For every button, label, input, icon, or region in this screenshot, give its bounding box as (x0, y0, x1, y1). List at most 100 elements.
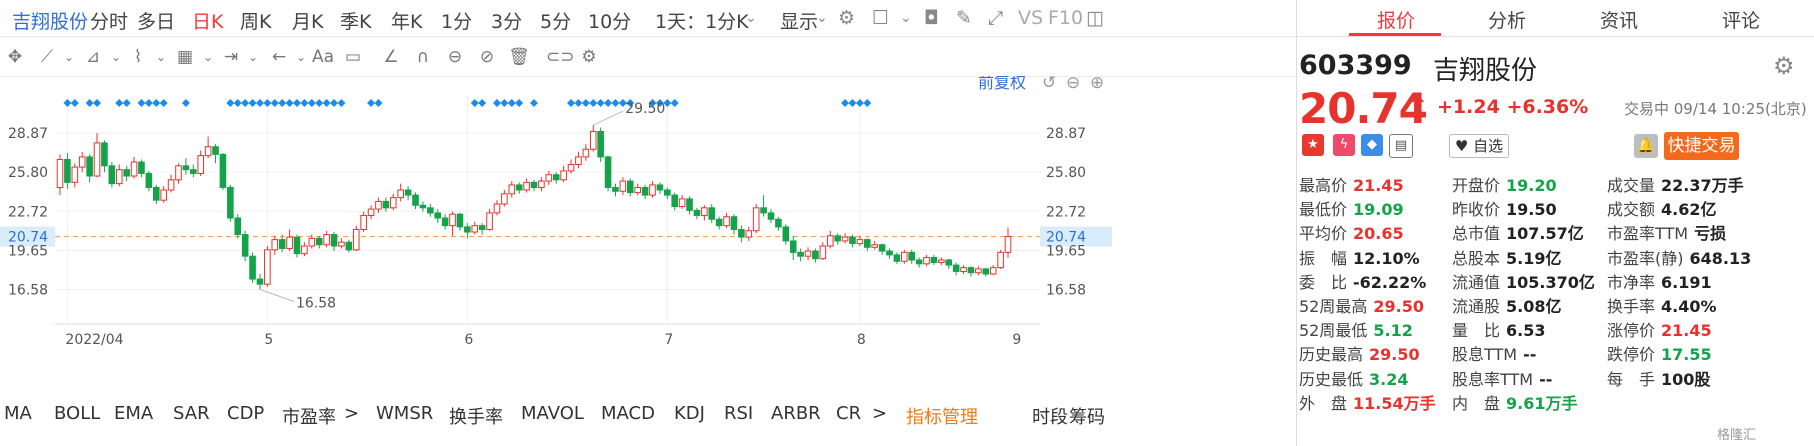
add-watchlist-button[interactable]: ♥ 自选 (1449, 134, 1509, 158)
candle-up (575, 156, 582, 166)
crosshair-icon[interactable]: ✥ (2, 45, 28, 69)
ind-ma[interactable]: MA (4, 403, 32, 424)
tag-icon[interactable]: ◆ (1361, 134, 1383, 156)
ind-kdj[interactable]: KDJ (674, 403, 705, 424)
chart-style-icon[interactable]: ☐ (872, 7, 889, 29)
ind-cr[interactable]: CR (836, 403, 861, 424)
fullscreen-icon[interactable]: ⤢ (988, 7, 1003, 29)
period-10min[interactable]: 10分 (588, 7, 631, 34)
bell-icon[interactable]: 🔔 (1634, 134, 1658, 158)
quote-stat-label: 市盈率TTM (1607, 224, 1689, 244)
undo-icon[interactable]: ↺ (1042, 76, 1056, 93)
ind-more-arrow[interactable]: > (344, 403, 359, 424)
ind-sar[interactable]: SAR (173, 403, 210, 424)
f10-button[interactable]: F10 (1048, 7, 1083, 29)
period-daily-k[interactable]: 日K (192, 7, 223, 34)
y-axis-label-right: 28.87 (1046, 126, 1086, 142)
display-menu[interactable]: 显示 (780, 7, 818, 34)
quote-stat: 开盘价 19.20 (1452, 172, 1557, 196)
period-range-select[interactable]: 1天：1分K (655, 7, 749, 34)
period-3min[interactable]: 3分 (491, 7, 522, 34)
candle-up (360, 214, 367, 230)
candlestick-chart[interactable]: 前复权 ↺ ⊖ ⊕ 28.87 28.87 25.80 25.80 22.72 22.72… (0, 76, 1296, 398)
period-quarter-k[interactable]: 季K (340, 7, 371, 34)
quote-stat-label: 成交量 (1607, 176, 1656, 195)
candle-up (160, 189, 167, 201)
chevron-down-icon[interactable]: ⌄ (816, 10, 828, 26)
period-1min[interactable]: 1分 (441, 7, 472, 34)
trash-icon[interactable]: 🗑 (506, 45, 532, 69)
ind-ema[interactable]: EMA (114, 403, 153, 424)
text-tool-icon[interactable]: Aa (308, 45, 338, 69)
period-weekly-k[interactable]: 周K (240, 7, 271, 34)
stock-name-link[interactable]: 吉翔股份 (12, 7, 88, 34)
signal-marker (330, 99, 339, 107)
chip-distribution-button[interactable]: 筹码 (1069, 403, 1105, 429)
candle-down (345, 241, 353, 251)
quote-stat: 历史最低 3.24 (1299, 366, 1409, 390)
candle-down (597, 130, 604, 158)
ind-turnover[interactable]: 换手率 (449, 403, 503, 429)
ind-wmsr[interactable]: WMSR (376, 403, 433, 424)
ind-pe[interactable]: 市盈率 (282, 403, 336, 429)
tab-analysis[interactable]: 分析 (1488, 6, 1526, 33)
period-monthly-k[interactable]: 月K (292, 7, 323, 34)
candle-down (219, 153, 227, 188)
quote-stat-value: 亏损 (1694, 224, 1727, 244)
candle-up (115, 169, 123, 185)
chevron-down-icon[interactable]: ⌄ (240, 45, 266, 69)
candle-down (952, 264, 960, 272)
ind-more-arrow-2[interactable]: > (872, 403, 887, 424)
sidebar-toggle-icon[interactable]: ◫ (1086, 7, 1104, 29)
quote-stat-label: 总股本 (1452, 248, 1501, 268)
tab-news[interactable]: 资讯 (1600, 6, 1638, 33)
zoom-in-icon[interactable]: ⊕ (1090, 76, 1104, 93)
candle-up (589, 130, 597, 150)
x-axis-label: 6 (464, 332, 473, 348)
candle-down (738, 228, 745, 238)
settings-icon[interactable]: ⚙ (576, 45, 602, 69)
ind-boll[interactable]: BOLL (54, 403, 100, 424)
tab-quote[interactable]: 报价 (1377, 6, 1415, 33)
tab-comments[interactable]: 评论 (1722, 6, 1760, 33)
quick-trade-button[interactable]: 快捷交易 (1664, 132, 1739, 160)
adjust-mode-label[interactable]: 前复权 (978, 76, 1026, 92)
candle-down (278, 239, 286, 250)
candle-up (323, 234, 330, 246)
settings-icon[interactable]: ⚙ (1773, 52, 1795, 80)
vs-compare-button[interactable]: VS (1018, 7, 1043, 29)
axis-labels: 28.87 28.8725.80 25.8022.72 22.7220.74 20.74… (0, 101, 1112, 348)
magnet-icon[interactable]: ∩ (410, 45, 436, 69)
period-year-k[interactable]: 年K (391, 7, 422, 34)
hide-icon[interactable]: ⊘ (474, 45, 500, 69)
candle-up (71, 166, 79, 183)
time-segment-button[interactable]: 时段 (1032, 403, 1068, 429)
document-icon[interactable]: ▤ (1389, 134, 1413, 158)
candle-down (797, 251, 804, 257)
compare-icon[interactable]: ⊂⊃ (546, 45, 575, 69)
chevron-down-icon[interactable]: ⌄ (148, 45, 174, 69)
ind-arbr[interactable]: ARBR (771, 403, 821, 424)
chevron-down-icon[interactable]: ⌄ (900, 10, 912, 26)
eye-icon[interactable]: ⊖ (442, 45, 468, 69)
settings-icon[interactable]: ⚙ (838, 7, 855, 29)
ind-cdp[interactable]: CDP (227, 403, 264, 424)
camera-icon[interactable]: ◘ (924, 7, 939, 29)
zoom-out-icon[interactable]: ⊖ (1066, 76, 1080, 93)
period-5min[interactable]: 5分 (540, 7, 571, 34)
indicator-manage-button[interactable]: 指标管理 (906, 403, 978, 429)
period-multiday[interactable]: 多日 (137, 7, 175, 34)
margin-icon[interactable]: ϟ (1333, 134, 1355, 156)
period-fenshi[interactable]: 分时 (90, 7, 128, 34)
ruler-icon[interactable]: ∠ (378, 45, 404, 69)
pencil-icon[interactable]: ✎ (956, 7, 972, 29)
comment-icon[interactable]: ▭ (340, 45, 366, 69)
chevron-down-icon[interactable]: ⌄ (745, 10, 757, 26)
ind-mavol[interactable]: MAVOL (521, 403, 584, 424)
ind-macd[interactable]: MACD (601, 403, 655, 424)
x-axis-label: 2022/04 (65, 332, 123, 348)
candle-up (308, 237, 316, 247)
quote-stat-label: 每 手 (1607, 369, 1656, 389)
ind-rsi[interactable]: RSI (724, 403, 753, 424)
chevron-down-icon[interactable]: ⌄ (56, 45, 82, 69)
